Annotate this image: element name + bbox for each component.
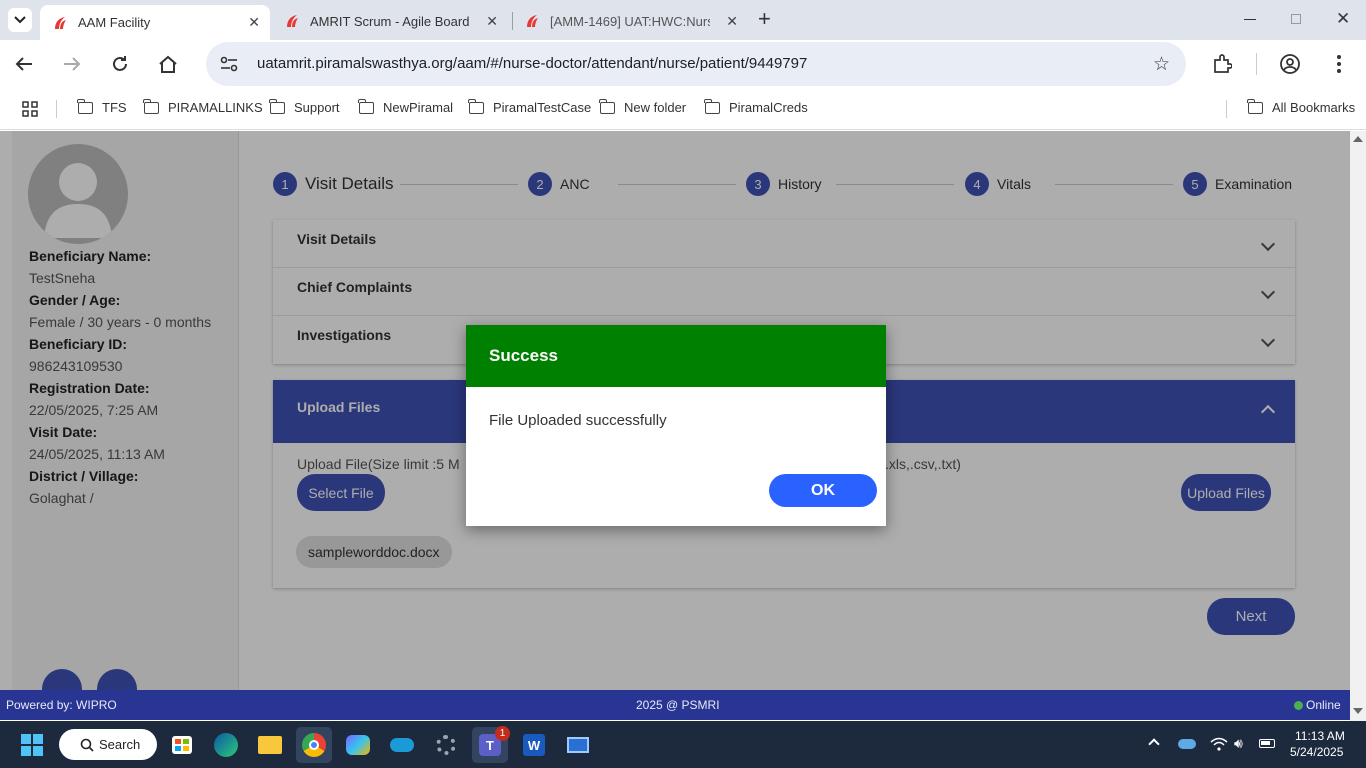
folder-icon [77, 98, 93, 114]
bookmark-piramalcreds[interactable]: PiramalCreds [704, 98, 808, 115]
search-label: Search [99, 737, 141, 752]
app-footer: Powered by: WIPRO 2025 @ PSMRI Online [0, 690, 1350, 720]
bookmarks-divider [1226, 100, 1227, 118]
teams-app-icon[interactable]: T 1 [472, 726, 510, 763]
powered-by: Powered by: WIPRO [6, 698, 117, 712]
browser-tab-bar: AAM Facility ✕ AMRIT Scrum - Agile Board… [0, 0, 1366, 40]
remote-desktop-icon[interactable] [560, 727, 596, 763]
folder-icon [269, 98, 285, 114]
back-button[interactable] [10, 50, 38, 78]
minimize-button[interactable] [1244, 19, 1256, 20]
online-status: Online [1294, 698, 1341, 712]
folder-icon [704, 98, 720, 114]
file-explorer-icon[interactable] [252, 727, 288, 763]
tab-title: AAM Facility [78, 15, 151, 30]
copyright: 2025 @ PSMRI [636, 698, 720, 712]
menu-icon[interactable] [1337, 55, 1341, 73]
close-icon[interactable]: ✕ [486, 13, 498, 30]
word-app-icon[interactable]: W [516, 727, 552, 763]
dialog-message: File Uploaded successfully [489, 412, 667, 429]
url-text[interactable]: uatamrit.piramalswasthya.org/aam/#/nurse… [257, 55, 807, 72]
onedrive-tray-icon[interactable] [1178, 739, 1196, 749]
arrow-left-icon [15, 57, 32, 71]
store-app-icon[interactable] [164, 727, 200, 763]
close-window-button[interactable]: ✕ [1336, 9, 1350, 29]
chevron-down-icon [14, 16, 26, 24]
bookmark-piramallinks[interactable]: PIRAMALLINKS [143, 98, 263, 115]
wifi-icon[interactable] [1210, 737, 1228, 756]
close-icon[interactable]: ✕ [248, 14, 260, 31]
bookmark-support[interactable]: Support [269, 98, 340, 115]
folder-icon [468, 98, 484, 114]
scroll-up-arrow-icon[interactable] [1353, 136, 1363, 142]
amrit-logo-icon [524, 13, 540, 29]
scroll-down-arrow-icon[interactable] [1353, 708, 1363, 714]
all-bookmarks[interactable]: All Bookmarks [1247, 98, 1355, 115]
status-dot-icon [1294, 700, 1303, 710]
close-icon[interactable]: ✕ [726, 13, 738, 30]
amrit-logo-icon [52, 15, 68, 31]
reload-button[interactable] [106, 50, 134, 78]
bookmarks-divider [56, 100, 57, 118]
folder-icon [599, 98, 615, 114]
tab-search-button[interactable] [8, 8, 32, 32]
folder-icon [358, 98, 374, 114]
windows-start-button[interactable] [14, 727, 50, 763]
tab-amrit-scrum[interactable]: AMRIT Scrum - Agile Board ✕ [272, 6, 508, 36]
chrome-browser-icon[interactable] [296, 727, 332, 763]
bookmark-tfs[interactable]: TFS [77, 98, 127, 115]
clock-time[interactable]: 11:13 AM [1295, 729, 1345, 743]
dialog-header: Success [466, 325, 886, 387]
profile-icon[interactable] [1279, 53, 1301, 80]
extensions-icon[interactable] [1212, 54, 1233, 79]
bookmark-new-folder[interactable]: New folder [599, 98, 686, 115]
dialog-title: Success [489, 346, 558, 365]
site-info-icon[interactable] [218, 53, 240, 75]
home-button[interactable] [154, 50, 182, 78]
settings-gear-icon[interactable] [428, 727, 464, 763]
new-tab-button[interactable]: + [758, 6, 771, 32]
search-icon [80, 738, 94, 752]
tab-aam-facility[interactable]: AAM Facility ✕ [40, 5, 270, 40]
success-dialog: Success File Uploaded successfully OK [466, 325, 886, 526]
status-text: Online [1306, 698, 1341, 712]
m365-copilot-icon[interactable] [340, 727, 376, 763]
battery-icon[interactable] [1259, 739, 1275, 748]
notification-badge: 1 [495, 726, 510, 741]
forward-button[interactable] [58, 50, 86, 78]
folder-icon [143, 98, 159, 114]
windows-taskbar [0, 721, 1366, 768]
onedrive-app-icon[interactable] [384, 727, 420, 763]
restore-button[interactable] [1291, 14, 1301, 24]
edge-browser-icon[interactable] [208, 727, 244, 763]
arrow-right-icon [64, 57, 81, 71]
tab-title: [AMM-1469] UAT:HWC:Nurs [550, 13, 710, 29]
amrit-logo-icon [284, 13, 300, 29]
toolbar-divider [1256, 53, 1257, 75]
clock-date[interactable]: 5/24/2025 [1290, 745, 1343, 759]
taskbar-search[interactable]: Search [59, 729, 157, 760]
folder-icon [1247, 98, 1263, 114]
bookmark-piramaltestcase[interactable]: PiramalTestCase [468, 98, 591, 115]
apps-grid-icon[interactable] [22, 101, 38, 117]
reload-icon [113, 56, 127, 71]
bookmark-newpiramal[interactable]: NewPiramal [358, 98, 453, 115]
ok-button[interactable]: OK [769, 474, 877, 507]
volume-icon[interactable]: 🔊︎ [1234, 735, 1243, 752]
windows-logo-icon [21, 734, 43, 756]
home-icon [159, 55, 177, 73]
tab-amm-1469[interactable]: [AMM-1469] UAT:HWC:Nurs ✕ [512, 6, 748, 36]
bookmark-star-icon[interactable]: ☆ [1153, 53, 1170, 76]
tab-title: AMRIT Scrum - Agile Board [310, 13, 470, 29]
page-scrollbar[interactable] [1350, 131, 1366, 721]
